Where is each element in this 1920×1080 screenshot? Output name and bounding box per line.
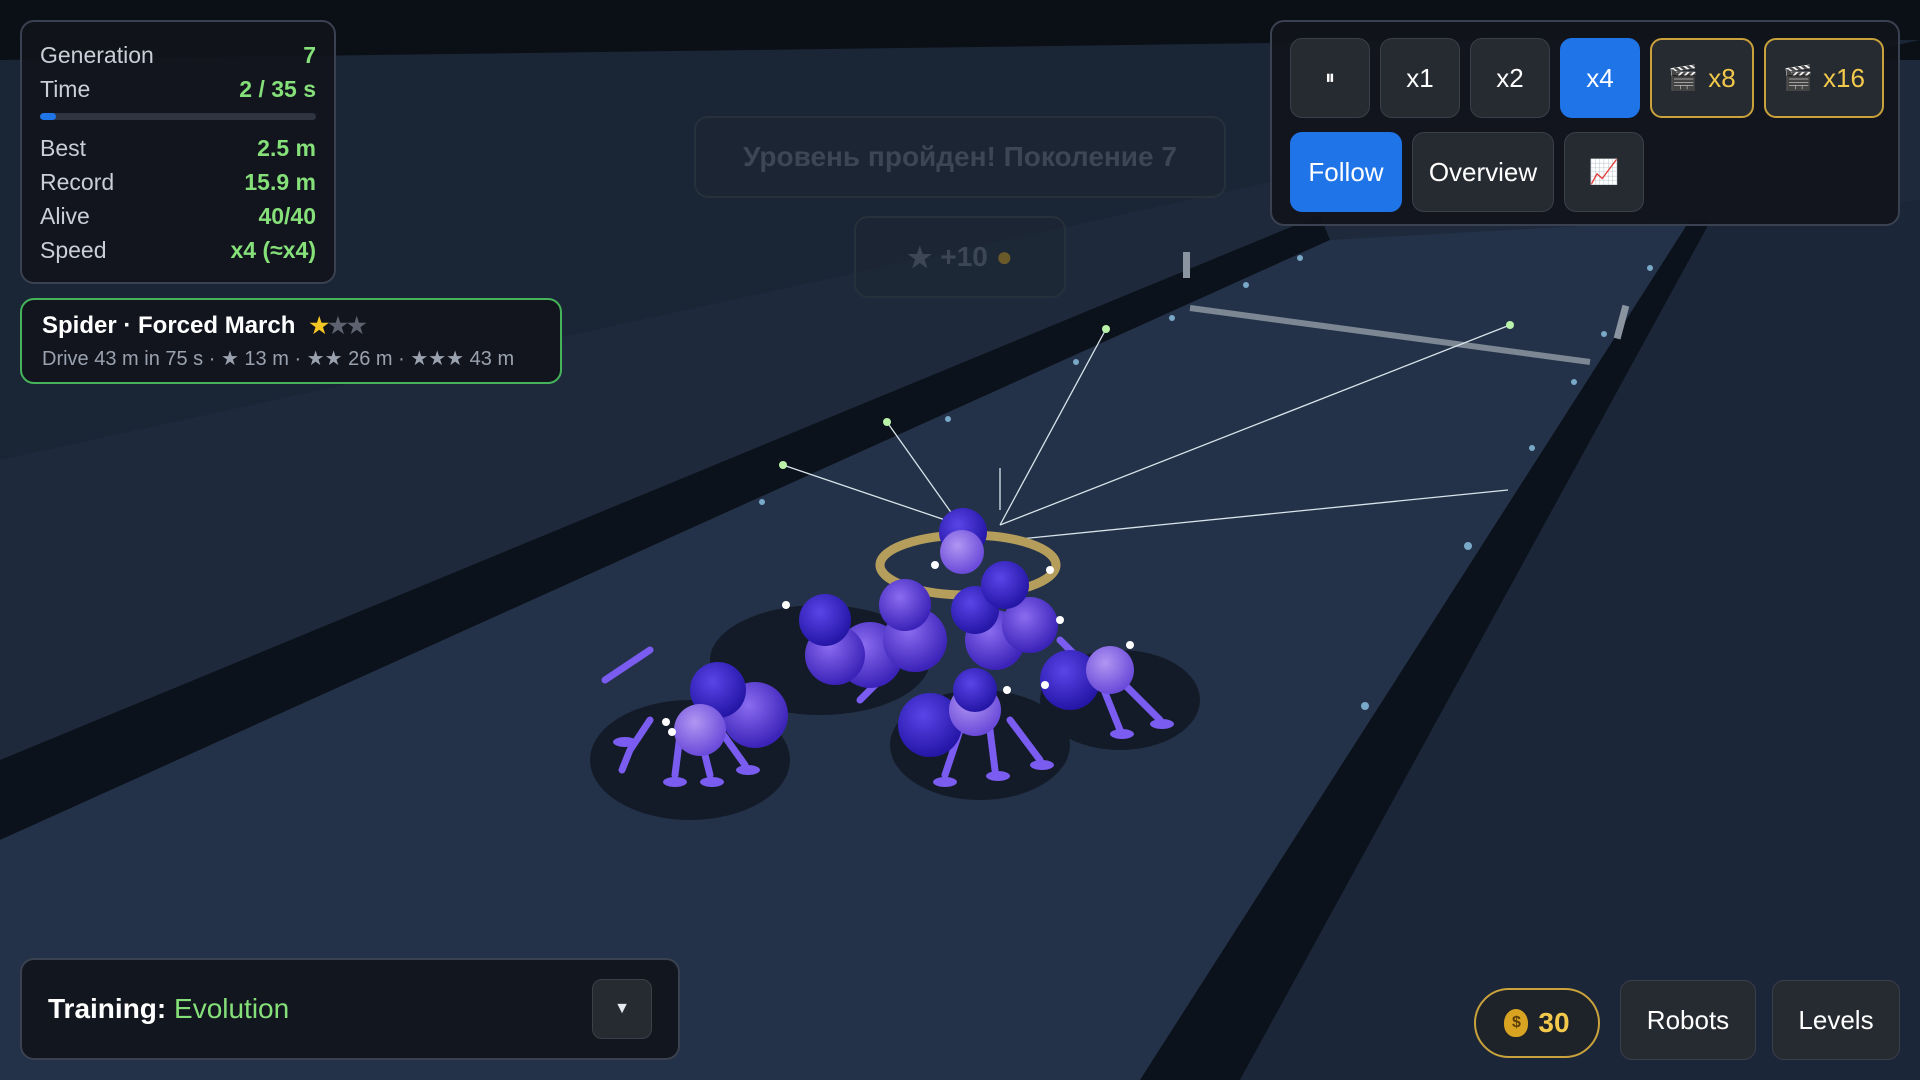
level-title: Spider · Forced March bbox=[42, 312, 296, 339]
pause-icon: ⏸ bbox=[1325, 66, 1335, 89]
marker-post bbox=[1183, 252, 1190, 278]
coins-value: 30 bbox=[1538, 1007, 1570, 1038]
coin-icon: ● bbox=[995, 241, 1013, 272]
training-dropdown-button[interactable]: ▼ bbox=[592, 979, 652, 1039]
record-row: Record 15.9 m bbox=[40, 165, 316, 199]
chart-button[interactable]: 📈 bbox=[1564, 132, 1644, 212]
level-title-row: Spider · Forced March ★★★ bbox=[42, 312, 540, 340]
time-value: 2 / 35 s bbox=[239, 75, 316, 102]
level-stars: ★★★ bbox=[309, 313, 367, 339]
best-label: Best bbox=[40, 134, 87, 161]
level-panel: Spider · Forced March ★★★ Drive 43 m in … bbox=[20, 298, 562, 384]
coins-counter[interactable]: $ 30 bbox=[1474, 988, 1600, 1058]
record-label: Record bbox=[40, 168, 115, 195]
chevron-down-icon: ▼ bbox=[614, 1000, 630, 1017]
record-value: 15.9 m bbox=[244, 168, 316, 195]
star-empty-icon: ★ bbox=[346, 313, 367, 338]
level-description: Drive 43 m in 75 s · ★ 13 m · ★★ 26 m · … bbox=[42, 348, 515, 370]
speed-x16-button[interactable]: 🎬 x16 bbox=[1764, 38, 1884, 118]
clapperboard-icon: 🎬 bbox=[1668, 64, 1699, 92]
training-label: Training: bbox=[48, 993, 167, 1024]
alive-value: 40/40 bbox=[258, 202, 316, 229]
speed-row: Speed x4 (≈x4) bbox=[40, 233, 316, 267]
pause-button[interactable]: ⏸ bbox=[1290, 38, 1370, 118]
stats-panel: Generation 7 Time 2 / 35 s Best 2.5 m Re… bbox=[20, 20, 336, 284]
generation-label: Generation bbox=[40, 41, 154, 68]
time-label: Time bbox=[40, 75, 91, 102]
star-empty-icon: ★ bbox=[328, 313, 348, 338]
training-mode: Evolution bbox=[174, 993, 290, 1024]
speed-x2-button[interactable]: x2 bbox=[1470, 38, 1550, 118]
level-complete-banner: Уровень пройден! Поколение 7 bbox=[694, 116, 1226, 198]
speed-controls-panel: ⏸ x1 x2 x4 🎬 x8 🎬 x16 Follow Overview 📈 bbox=[1270, 20, 1900, 226]
overview-camera-button[interactable]: Overview bbox=[1412, 132, 1554, 212]
speed-x1-button[interactable]: x1 bbox=[1380, 38, 1460, 118]
training-panel: Training: Evolution ▼ bbox=[20, 958, 680, 1060]
generation-row: Generation 7 bbox=[40, 38, 316, 72]
follow-camera-button[interactable]: Follow bbox=[1290, 132, 1402, 212]
coin-bag-icon: $ bbox=[1504, 1009, 1529, 1037]
time-row: Time 2 / 35 s bbox=[40, 72, 316, 106]
robots-button[interactable]: Robots bbox=[1620, 980, 1756, 1060]
speed-label: Speed bbox=[40, 236, 107, 263]
speed-x4-button[interactable]: x4 bbox=[1560, 38, 1640, 118]
time-progress-fill bbox=[40, 113, 56, 120]
chart-icon: 📈 bbox=[1589, 158, 1619, 186]
speed-x8-button[interactable]: 🎬 x8 bbox=[1650, 38, 1754, 118]
reward-badge: ★ +10 ● bbox=[854, 216, 1066, 298]
best-row: Best 2.5 m bbox=[40, 131, 316, 165]
clapperboard-icon: 🎬 bbox=[1783, 64, 1813, 92]
speed-value: x4 (≈x4) bbox=[230, 236, 317, 263]
alive-row: Alive 40/40 bbox=[40, 199, 316, 233]
speed-x8-label: x8 bbox=[1708, 62, 1736, 93]
best-value: 2.5 m bbox=[257, 134, 316, 161]
alive-label: Alive bbox=[40, 202, 90, 229]
reward-amount: +10 bbox=[940, 241, 988, 272]
levels-button[interactable]: Levels bbox=[1772, 980, 1900, 1060]
generation-value: 7 bbox=[303, 41, 316, 68]
star-filled-icon: ★ bbox=[309, 313, 329, 338]
reward-star-icon: ★ bbox=[907, 241, 933, 273]
time-progress-bar bbox=[40, 113, 316, 120]
training-text: Training: Evolution bbox=[48, 993, 289, 1025]
speed-x16-label: x16 bbox=[1822, 62, 1865, 93]
